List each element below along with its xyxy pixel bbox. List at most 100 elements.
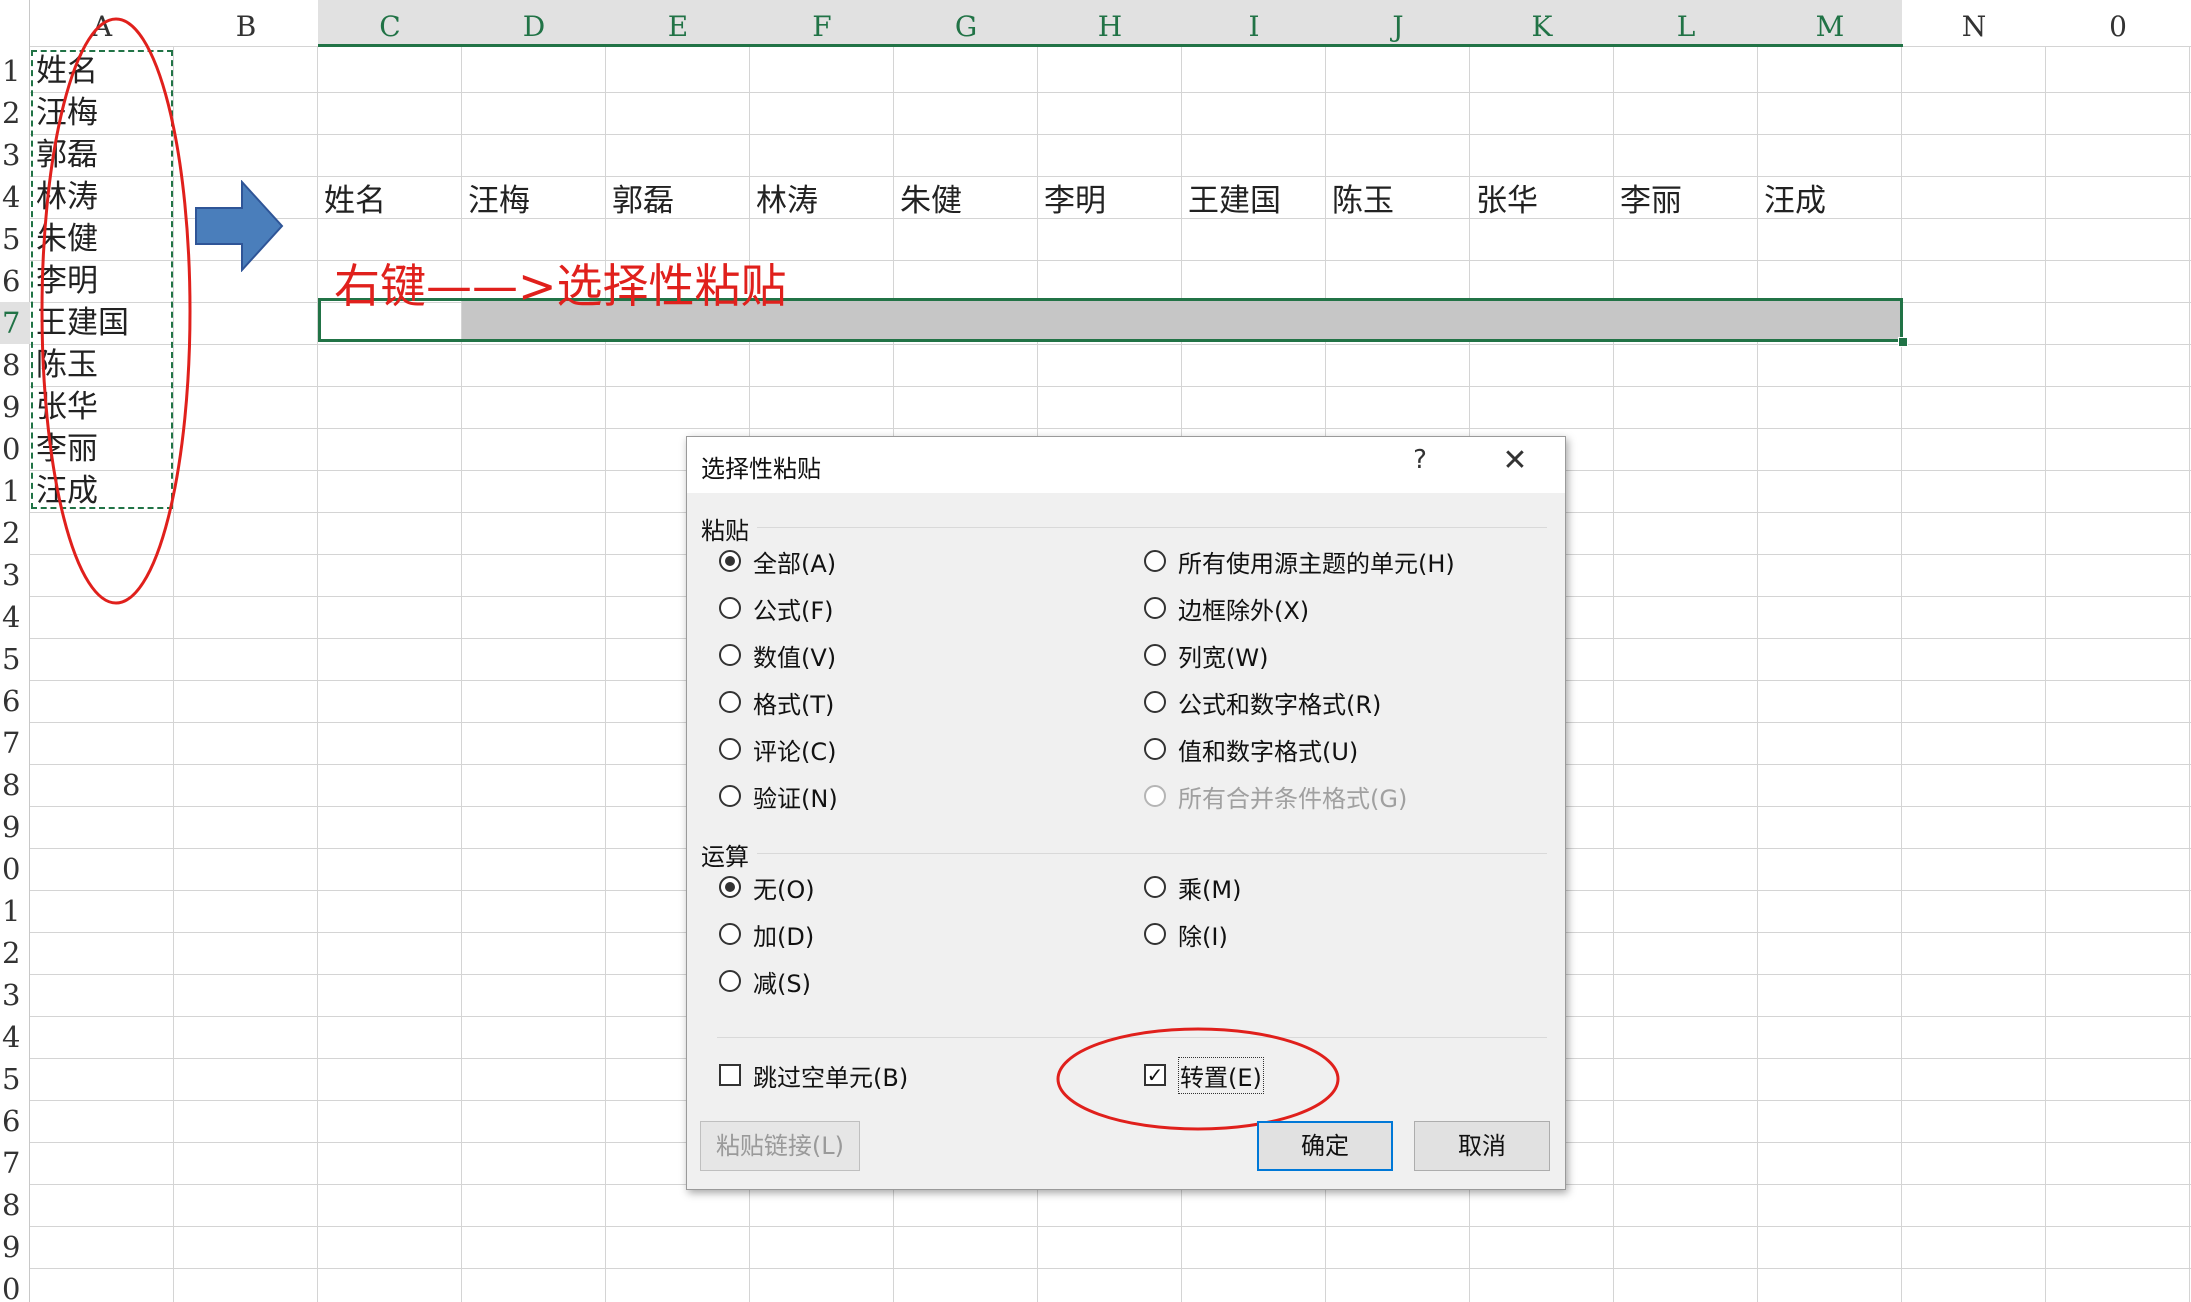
row-header[interactable]: 3 [0,134,30,176]
column-header[interactable]: E [606,0,750,46]
row-header[interactable]: 2 [0,512,30,554]
column-header[interactable]: I [1182,0,1326,46]
cell-row4[interactable]: 李丽 [1620,180,1682,222]
row-header[interactable]: 3 [0,554,30,596]
column-header[interactable]: G [894,0,1038,46]
row-header[interactable]: 2 [0,932,30,974]
column-header[interactable]: L [1614,0,1758,46]
radio-option[interactable]: 列宽(W) [1144,639,1268,672]
cell-row4[interactable]: 林涛 [756,180,818,222]
radio-icon[interactable] [719,597,741,619]
radio-icon[interactable] [1144,738,1166,760]
radio-option[interactable]: 评论(C) [719,733,836,766]
radio-label: 乘(M) [1178,875,1242,904]
skip-blanks-checkbox[interactable]: 跳过空单元(B) [719,1059,908,1092]
radio-icon[interactable] [1144,597,1166,619]
column-header[interactable]: D [462,0,606,46]
column-header[interactable]: 0 [2046,0,2190,46]
cell-row4[interactable]: 汪成 [1764,180,1826,222]
radio-icon[interactable] [719,970,741,992]
checkbox-box[interactable] [719,1064,741,1086]
row-header[interactable]: 0 [0,848,30,890]
radio-selected-icon[interactable] [719,550,741,572]
radio-icon[interactable] [1144,876,1166,898]
radio-icon[interactable] [719,923,741,945]
column-header[interactable]: J [1326,0,1470,46]
row-header[interactable]: 1 [0,50,30,92]
radio-option[interactable]: 无(O) [719,871,815,904]
radio-icon[interactable] [1144,923,1166,945]
cell-row4[interactable]: 郭磊 [612,180,674,222]
row-header[interactable]: 1 [0,470,30,512]
radio-icon[interactable] [1144,550,1166,572]
row-header[interactable]: 2 [0,92,30,134]
row-header[interactable]: 7 [0,1142,30,1184]
row-header[interactable]: 9 [0,386,30,428]
fill-handle[interactable] [1898,337,1908,347]
column-header[interactable]: N [1902,0,2046,46]
radio-icon[interactable] [1144,691,1166,713]
radio-icon[interactable] [719,738,741,760]
column-header[interactable]: C [318,0,462,46]
column-header[interactable]: F [750,0,894,46]
row-header[interactable]: 5 [0,638,30,680]
row-header[interactable]: 6 [0,260,30,302]
row-header[interactable]: 3 [0,974,30,1016]
row-header[interactable]: 8 [0,344,30,386]
radio-option[interactable]: 公式(F) [719,592,834,625]
radio-option[interactable]: 数值(V) [719,639,836,672]
ok-button[interactable]: 确定 [1257,1121,1393,1171]
radio-label: 所有合并条件格式(G) [1178,784,1408,813]
row-header[interactable]: 4 [0,1016,30,1058]
row-header[interactable]: 5 [0,218,30,260]
row-header[interactable]: 0 [0,428,30,470]
row-header[interactable]: 9 [0,1226,30,1268]
column-header[interactable]: H [1038,0,1182,46]
row-header[interactable]: 8 [0,1184,30,1226]
cell-row4[interactable]: 李明 [1044,180,1106,222]
row-header[interactable]: 6 [0,680,30,722]
radio-label: 公式(F) [753,596,834,625]
cell-row4[interactable]: 陈玉 [1332,180,1394,222]
radio-option[interactable]: 全部(A) [719,545,836,578]
row-header[interactable]: 9 [0,806,30,848]
radio-icon[interactable] [719,785,741,807]
radio-option[interactable]: 乘(M) [1144,871,1242,904]
radio-option[interactable]: 验证(N) [719,780,838,813]
paste-link-button[interactable]: 粘贴链接(L) [700,1121,860,1171]
close-icon[interactable]: ✕ [1495,443,1535,478]
row-header[interactable]: 4 [0,176,30,218]
help-icon[interactable]: ? [1405,445,1435,475]
row-header[interactable]: 6 [0,1100,30,1142]
radio-option[interactable]: 值和数字格式(U) [1144,733,1358,766]
radio-option[interactable]: 减(S) [719,965,811,998]
radio-option[interactable]: 边框除外(X) [1144,592,1309,625]
cell-row4[interactable]: 姓名 [324,180,386,222]
radio-icon[interactable] [719,691,741,713]
cell-row4[interactable]: 汪梅 [468,180,530,222]
row-header[interactable]: 1 [0,890,30,932]
cell-row4[interactable]: 张华 [1476,180,1538,222]
radio-icon[interactable] [719,644,741,666]
radio-icon[interactable] [1144,644,1166,666]
row-header[interactable]: 0 [0,1268,30,1302]
row-header[interactable]: 7 [0,302,30,344]
cell-row4[interactable]: 王建国 [1188,180,1281,222]
radio-selected-icon[interactable] [719,876,741,898]
radio-option[interactable]: 除(I) [1144,918,1228,951]
radio-label: 公式和数字格式(R) [1178,690,1382,719]
column-header[interactable]: M [1758,0,1902,46]
cell-row4[interactable]: 朱健 [900,180,962,222]
radio-option[interactable]: 加(D) [719,918,814,951]
row-header[interactable]: 8 [0,764,30,806]
radio-option[interactable]: 所有使用源主题的单元(H) [1144,545,1455,578]
row-header[interactable]: 7 [0,722,30,764]
cancel-button[interactable]: 取消 [1414,1121,1550,1171]
row-header[interactable]: 4 [0,596,30,638]
row-header[interactable]: 5 [0,1058,30,1100]
column-header[interactable]: K [1470,0,1614,46]
radio-option[interactable]: 公式和数字格式(R) [1144,686,1382,719]
radio-option[interactable]: 格式(T) [719,686,834,719]
radio-label: 无(O) [753,875,815,904]
operation-group-label: 运算 [701,843,749,871]
